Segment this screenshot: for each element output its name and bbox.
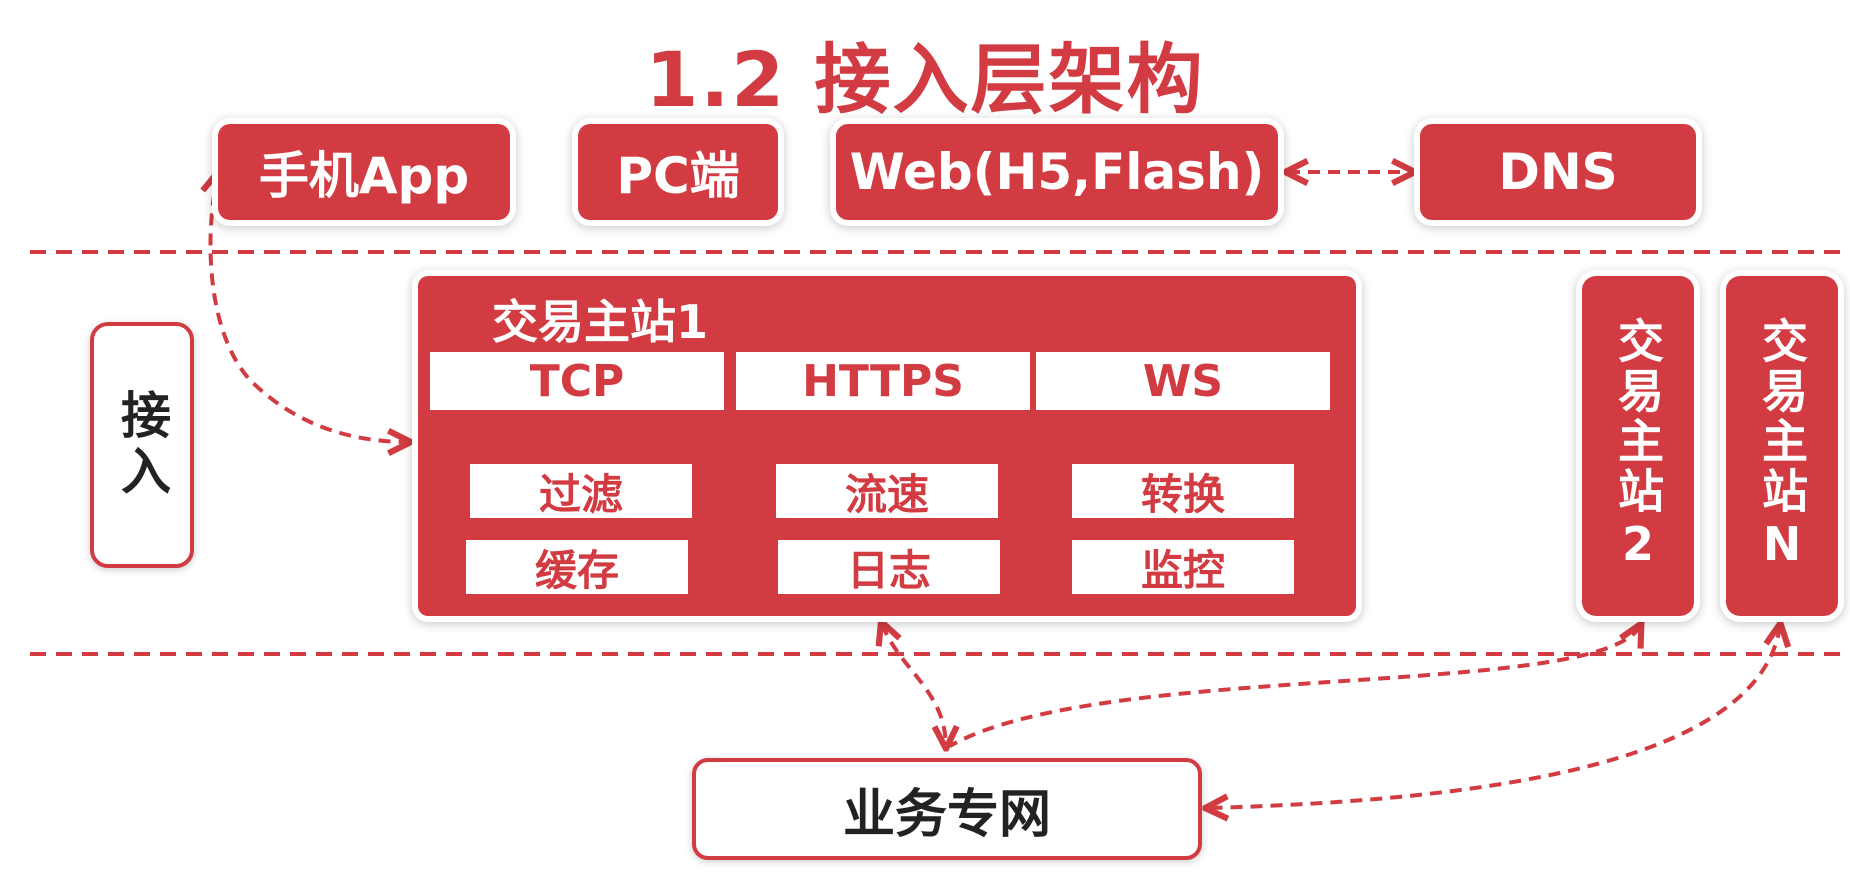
protocol-https: HTTPS <box>736 352 1030 410</box>
page-title: 1.2 接入层架构 <box>645 35 1205 124</box>
client-mobile-app: 手机App <box>218 124 510 220</box>
access-layer-label: 接入 <box>90 322 194 568</box>
function-cache: 缓存 <box>466 540 688 595</box>
function-rate-limit: 流速 <box>776 464 998 519</box>
arrow-station2-biz <box>949 626 1640 748</box>
protocol-ws: WS <box>1036 352 1330 410</box>
station1-title: 交易主站1 <box>492 295 709 349</box>
function-monitor: 监控 <box>1072 540 1294 595</box>
client-web: Web(H5,Flash) <box>836 124 1278 220</box>
trading-station-2: 交易主站2 <box>1582 276 1694 616</box>
dns-box: DNS <box>1420 124 1696 220</box>
function-log: 日志 <box>778 540 1000 595</box>
protocol-tcp: TCP <box>430 352 724 410</box>
client-pc: PC端 <box>578 124 778 220</box>
business-network-box: 业务专网 <box>692 758 1202 860</box>
function-filter: 过滤 <box>470 464 692 519</box>
trading-station-n: 交易主站N <box>1726 276 1838 616</box>
function-convert: 转换 <box>1072 464 1294 519</box>
arrow-station1-biz <box>882 624 946 746</box>
